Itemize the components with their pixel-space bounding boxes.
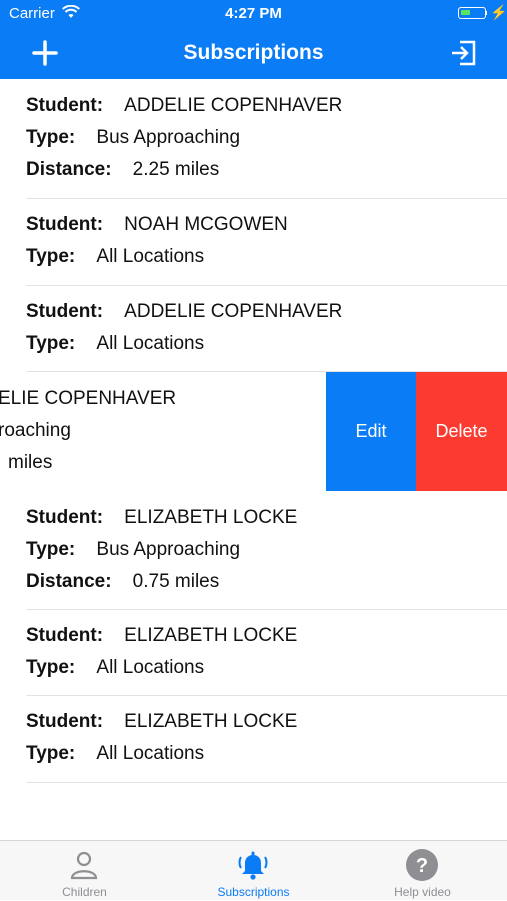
subscription-row[interactable]: Student: ELIZABETH LOCKE Type: Bus Appro… <box>0 491 507 609</box>
distance-value: 0.75 miles <box>132 571 220 592</box>
student-name: ELIZABETH LOCKE <box>124 625 298 646</box>
type-label: Type: <box>26 333 76 354</box>
type-label: Type: <box>26 657 76 678</box>
page-title: Subscriptions <box>183 41 324 64</box>
help-icon: ? <box>406 849 438 881</box>
student-name: ADDELIE COPENHAVER <box>124 95 343 116</box>
status-bar: Carrier 4:27 PM ⚡ <box>0 0 507 28</box>
type-label: Type: <box>26 743 76 764</box>
type-value: Bus Approaching <box>96 539 241 560</box>
subscription-row[interactable]: Student: ADDELIE COPENHAVER Type: All Lo… <box>0 286 507 371</box>
type-label: Type: <box>26 246 76 267</box>
tab-label: Children <box>62 885 107 899</box>
type-label: Type: <box>26 539 76 560</box>
subscription-row[interactable]: Student: ADDELIE COPENHAVER Type: Bus Ap… <box>0 79 507 198</box>
person-icon <box>70 851 98 880</box>
navigation-bar: Subscriptions <box>0 28 507 79</box>
swiped-subscription-row[interactable]: ELIE COPENHAVER roaching miles Edit Dele… <box>0 372 507 491</box>
student-name: ELIE COPENHAVER <box>0 388 177 409</box>
student-label: Student: <box>26 711 104 732</box>
distance-value: 2.25 miles <box>132 159 220 180</box>
charging-icon: ⚡ <box>490 4 507 20</box>
battery-icon <box>458 7 487 19</box>
student-label: Student: <box>26 95 104 116</box>
student-label: Student: <box>26 507 104 528</box>
row-divider <box>26 782 507 783</box>
student-label: Student: <box>26 214 104 235</box>
svg-text:?: ? <box>416 855 428 877</box>
tab-bar: Children Subscriptions ? Help video <box>0 840 507 900</box>
tab-label: Subscriptions <box>217 885 290 899</box>
student-name: ELIZABETH LOCKE <box>124 711 298 732</box>
tab-subscriptions[interactable]: Subscriptions <box>169 841 338 901</box>
tab-help-video[interactable]: ? Help video <box>338 841 507 901</box>
type-label: Type: <box>26 127 76 148</box>
distance-label: Distance: <box>26 159 112 180</box>
type-value: Bus Approaching <box>96 127 241 148</box>
distance-value: miles <box>8 452 53 473</box>
type-value: All Locations <box>96 657 205 678</box>
type-value: All Locations <box>96 333 205 354</box>
subscription-row[interactable]: Student: ELIZABETH LOCKE Type: All Locat… <box>0 696 507 782</box>
type-value: roaching <box>0 420 71 441</box>
delete-label: Delete <box>435 421 488 441</box>
student-label: Student: <box>26 301 104 322</box>
student-name: ELIZABETH LOCKE <box>124 507 298 528</box>
type-value: All Locations <box>96 743 205 764</box>
student-name: ADDELIE COPENHAVER <box>124 301 343 322</box>
tab-children[interactable]: Children <box>0 841 169 901</box>
student-label: Student: <box>26 625 104 646</box>
edit-label: Edit <box>355 421 387 441</box>
tab-label: Help video <box>394 885 451 899</box>
logout-icon[interactable] <box>446 36 480 70</box>
distance-label: Distance: <box>26 571 112 592</box>
subscription-row[interactable]: Student: NOAH MCGOWEN Type: All Location… <box>0 199 507 285</box>
bell-icon <box>238 851 268 880</box>
delete-button[interactable]: Delete <box>416 372 507 491</box>
clock: 4:27 PM <box>225 5 282 22</box>
type-value: All Locations <box>96 246 205 267</box>
student-name: NOAH MCGOWEN <box>124 214 288 235</box>
edit-button[interactable]: Edit <box>326 372 416 491</box>
subscription-row[interactable]: Student: ELIZABETH LOCKE Type: All Locat… <box>0 610 507 695</box>
